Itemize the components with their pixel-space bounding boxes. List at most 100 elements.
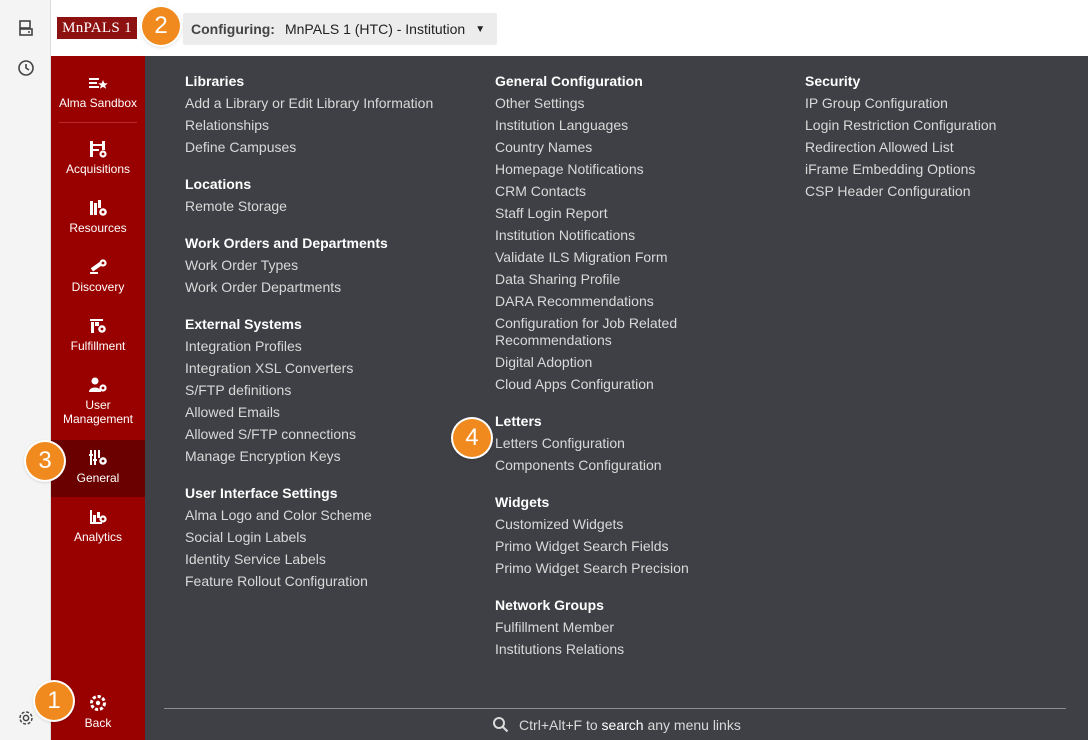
main-sidebar: Alma Sandbox Acquisitions Resources Disc… bbox=[51, 56, 145, 740]
menu-link[interactable]: Alma Logo and Color Scheme bbox=[185, 504, 433, 526]
acquisitions-icon bbox=[86, 138, 110, 160]
menu-link[interactable]: Add a Library or Edit Library Informatio… bbox=[185, 92, 433, 114]
menu-link[interactable]: Manage Encryption Keys bbox=[185, 445, 433, 467]
group-heading: Network Groups bbox=[495, 597, 604, 613]
sidebar-item-resources[interactable]: Resources bbox=[51, 197, 145, 235]
menu-link[interactable]: Institutions Relations bbox=[495, 638, 695, 660]
menu-link[interactable]: CSP Header Configuration bbox=[805, 180, 996, 202]
sidebar-item-acquisitions[interactable]: Acquisitions bbox=[51, 138, 145, 176]
menu-link[interactable]: Data Sharing Profile bbox=[495, 268, 695, 290]
general-icon bbox=[86, 447, 110, 469]
menu-search-hint: Ctrl+Alt+F to search any menu links bbox=[145, 716, 1088, 736]
menu-link[interactable]: Customized Widgets bbox=[495, 513, 695, 535]
menu-link[interactable]: Fulfillment Member bbox=[495, 616, 695, 638]
menu-link[interactable]: Country Names bbox=[495, 136, 695, 158]
step-badge-1: 1 bbox=[35, 682, 73, 720]
shortcut-rest: any menu links bbox=[647, 717, 741, 733]
menu-link[interactable]: Institution Notifications bbox=[495, 224, 695, 246]
group-heading: Security bbox=[805, 73, 861, 89]
menu-link[interactable]: S/FTP definitions bbox=[185, 379, 433, 401]
sidebar-item-user-management[interactable]: User Management bbox=[51, 374, 145, 426]
menu-group-letters: Letters Letters Configuration Components… bbox=[495, 410, 695, 476]
menu-link[interactable]: Primo Widget Search Fields bbox=[495, 535, 695, 557]
sidebar-item-label: Acquisitions bbox=[65, 162, 131, 176]
menu-link[interactable]: Social Login Labels bbox=[185, 526, 433, 548]
shortcut-search-word: search bbox=[601, 717, 644, 733]
menu-link[interactable]: Integration XSL Converters bbox=[185, 357, 433, 379]
menu-link[interactable]: Define Campuses bbox=[185, 136, 433, 158]
menu-link[interactable]: Identity Service Labels bbox=[185, 548, 433, 570]
group-heading: Work Orders and Departments bbox=[185, 235, 388, 251]
configuring-dropdown[interactable]: Configuring: MnPALS 1 (HTC) - Institutio… bbox=[183, 13, 498, 45]
institution-logo[interactable]: MnPALS 1 bbox=[57, 17, 137, 39]
menu-link[interactable]: Primo Widget Search Precision bbox=[495, 557, 695, 579]
menu-column-1: Libraries Add a Library or Edit Library … bbox=[185, 70, 433, 607]
back-gear-icon bbox=[86, 692, 110, 714]
menu-group-general-configuration: General Configuration Other Settings Ins… bbox=[495, 70, 695, 395]
menu-link[interactable]: Integration Profiles bbox=[185, 335, 433, 357]
menu-link[interactable]: Work Order Departments bbox=[185, 276, 433, 298]
menu-column-3: Security IP Group Configuration Login Re… bbox=[805, 70, 996, 217]
menu-link[interactable]: Institution Languages bbox=[495, 114, 695, 136]
menu-link[interactable]: Staff Login Report bbox=[495, 202, 695, 224]
shortcut-text: Ctrl+Alt+F bbox=[519, 717, 583, 733]
top-bar: MnPALS 1 Configuring: MnPALS 1 (HTC) - I… bbox=[51, 0, 1088, 57]
menu-link[interactable]: Components Configuration bbox=[495, 454, 695, 476]
menu-link-letters-configuration[interactable]: Letters Configuration bbox=[495, 432, 695, 454]
menu-link[interactable]: Cloud Apps Configuration bbox=[495, 373, 695, 395]
menu-group-external-systems: External Systems Integration Profiles In… bbox=[185, 313, 433, 467]
menu-link[interactable]: Relationships bbox=[185, 114, 433, 136]
menu-group-network-groups: Network Groups Fulfillment Member Instit… bbox=[495, 594, 695, 660]
menu-link[interactable]: Other Settings bbox=[495, 92, 695, 114]
server-icon[interactable] bbox=[16, 18, 36, 38]
resources-icon bbox=[86, 197, 110, 219]
sidebar-item-label: Discovery bbox=[71, 280, 125, 294]
menu-link[interactable]: Validate ILS Migration Form bbox=[495, 246, 695, 268]
menu-group-work-orders: Work Orders and Departments Work Order T… bbox=[185, 232, 433, 298]
menu-group-ui-settings: User Interface Settings Alma Logo and Co… bbox=[185, 482, 433, 592]
menu-group-widgets: Widgets Customized Widgets Primo Widget … bbox=[495, 491, 695, 579]
configuring-label: Configuring: bbox=[191, 21, 275, 37]
menu-link[interactable]: Allowed S/FTP connections bbox=[185, 423, 433, 445]
group-heading: General Configuration bbox=[495, 73, 643, 89]
menu-link[interactable]: Login Restriction Configuration bbox=[805, 114, 996, 136]
sidebar-item-label: Alma Sandbox bbox=[58, 96, 138, 110]
settings-icon[interactable] bbox=[16, 708, 36, 728]
group-heading: External Systems bbox=[185, 316, 302, 332]
user-management-icon bbox=[86, 374, 110, 396]
menu-link[interactable]: CRM Contacts bbox=[495, 180, 695, 202]
search-icon bbox=[492, 716, 509, 736]
history-icon[interactable] bbox=[16, 58, 36, 78]
menu-link[interactable]: Work Order Types bbox=[185, 254, 433, 276]
menu-link[interactable]: Homepage Notifications bbox=[495, 158, 695, 180]
configuring-value: MnPALS 1 (HTC) - Institution bbox=[284, 21, 466, 37]
group-heading: Libraries bbox=[185, 73, 245, 89]
sidebar-item-label: User Management bbox=[62, 398, 134, 426]
sidebar-item-label: Resources bbox=[69, 221, 127, 235]
sidebar-item-analytics[interactable]: Analytics bbox=[51, 506, 145, 544]
menu-divider bbox=[164, 708, 1066, 709]
menu-link[interactable]: Feature Rollout Configuration bbox=[185, 570, 433, 592]
sidebar-item-alma-sandbox[interactable]: Alma Sandbox bbox=[51, 72, 145, 110]
step-badge-4: 4 bbox=[453, 419, 491, 457]
sandbox-icon bbox=[86, 72, 110, 94]
menu-link[interactable]: Remote Storage bbox=[185, 195, 433, 217]
sidebar-item-discovery[interactable]: Discovery bbox=[51, 256, 145, 294]
sidebar-item-label: General bbox=[76, 471, 120, 485]
menu-group-libraries: Libraries Add a Library or Edit Library … bbox=[185, 70, 433, 158]
shortcut-to: to bbox=[585, 717, 598, 733]
sidebar-divider bbox=[59, 122, 137, 123]
menu-link[interactable]: DARA Recommendations bbox=[495, 290, 695, 312]
sidebar-item-label: Fulfillment bbox=[70, 339, 126, 353]
menu-link[interactable]: Allowed Emails bbox=[185, 401, 433, 423]
menu-link[interactable]: Redirection Allowed List bbox=[805, 136, 996, 158]
back-label: Back bbox=[84, 716, 112, 730]
menu-link[interactable]: iFrame Embedding Options bbox=[805, 158, 996, 180]
step-badge-2: 2 bbox=[142, 7, 180, 45]
menu-link[interactable]: Configuration for Job Related Recommenda… bbox=[495, 312, 695, 351]
menu-link[interactable]: Digital Adoption bbox=[495, 351, 695, 373]
sidebar-item-general[interactable]: General bbox=[51, 440, 145, 497]
menu-link[interactable]: IP Group Configuration bbox=[805, 92, 996, 114]
sidebar-item-fulfillment[interactable]: Fulfillment bbox=[51, 315, 145, 353]
configuration-menu-panel: Libraries Add a Library or Edit Library … bbox=[145, 56, 1088, 740]
